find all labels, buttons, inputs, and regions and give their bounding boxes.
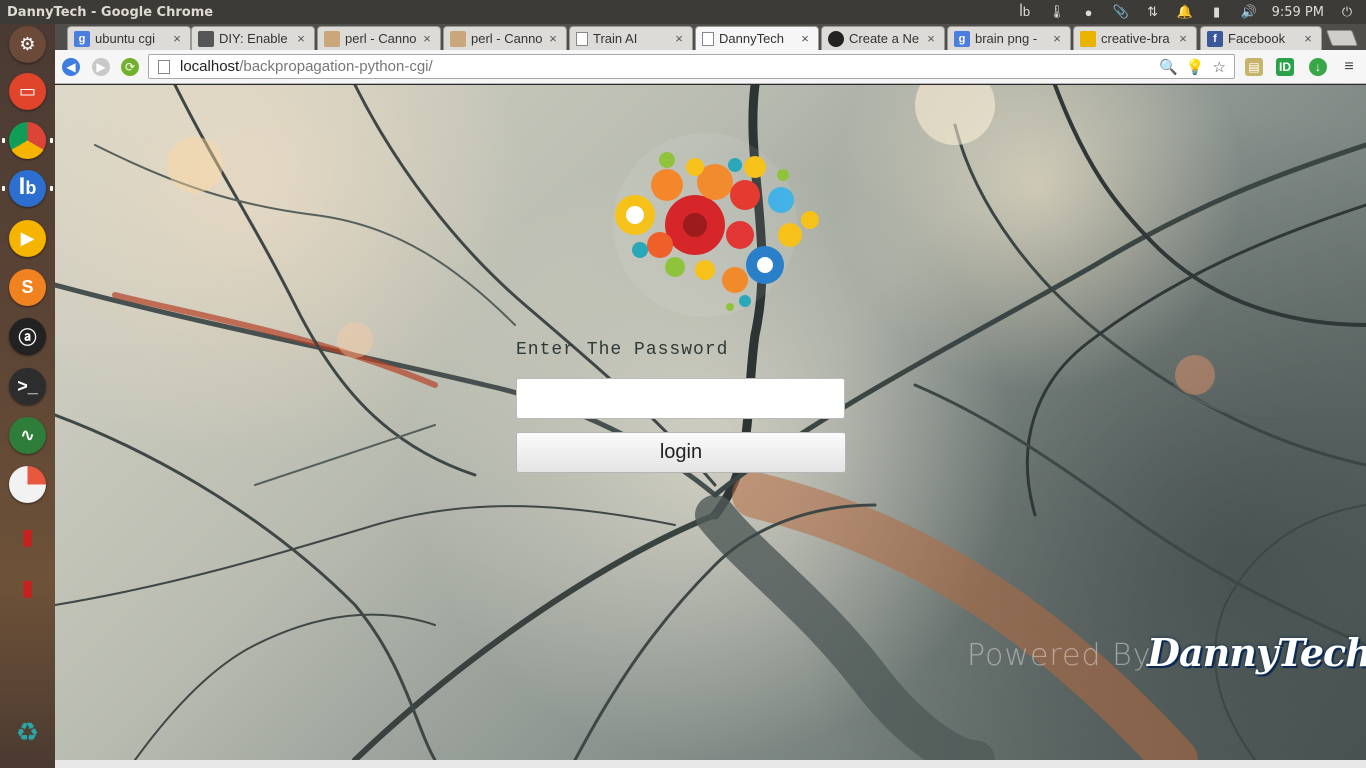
tab-title: creative-bra [1101, 31, 1170, 46]
qbittorrent-icon[interactable]: ꟾb [9, 170, 46, 207]
battery-icon[interactable]: ▮ [1208, 4, 1226, 20]
tab-close-icon[interactable]: × [798, 31, 812, 46]
password-input[interactable] [516, 378, 845, 419]
tab-6[interactable]: Create a Ne × [821, 26, 945, 50]
tab-close-icon[interactable]: × [294, 31, 308, 46]
facebook-icon: f [1207, 30, 1223, 47]
trash-icon[interactable]: ♻ [9, 714, 46, 751]
bookmark-star-icon[interactable]: ☆ [1213, 58, 1226, 76]
tab-close-icon[interactable]: × [924, 31, 938, 46]
clock[interactable]: 9:59 PM [1272, 5, 1324, 20]
tab-5[interactable]: DannyTech × [695, 26, 819, 50]
running-indicator [50, 138, 53, 143]
page-icon [158, 59, 170, 74]
reload-button[interactable]: ⟳ [121, 58, 139, 76]
login-form: Enter The Password login [516, 340, 846, 473]
tab-close-icon[interactable]: × [170, 31, 184, 46]
tab-title: brain png - [975, 31, 1038, 46]
stackoverflow-icon [324, 30, 340, 47]
tab-9[interactable]: f Facebook × [1200, 26, 1322, 50]
diy-icon [198, 30, 214, 47]
tab-close-icon[interactable]: × [546, 31, 560, 46]
forward-button[interactable]: ▶ [92, 58, 110, 76]
ubuntu-dash-icon[interactable]: ⚙ [9, 26, 46, 63]
files-icon[interactable]: ▭ [9, 73, 46, 110]
browser-toolbar: ◀ ▶ ⟳ localhost/backpropagation-python-c… [55, 50, 1366, 84]
indicator-area: ꟾb 🌡 ● 📎 ⇅ 🔔 ▮ 🔊 9:59 PM ⏻ [1016, 4, 1366, 20]
tab-4[interactable]: Train AI × [569, 26, 693, 50]
tab-8[interactable]: creative-bra × [1073, 26, 1197, 50]
github-icon [828, 30, 844, 47]
lightbulb-icon[interactable]: 💡 [1186, 58, 1205, 76]
url-path: /backpropagation-python-cgi/ [239, 58, 433, 75]
tab-3[interactable]: perl - Canno × [443, 26, 567, 50]
tab-title: Create a Ne [849, 31, 920, 46]
google-icon: g [954, 30, 970, 47]
extension-id-icon[interactable]: ID [1276, 58, 1294, 76]
top-panel: DannyTech - Google Chrome ꟾb 🌡 ● 📎 ⇅ 🔔 ▮… [0, 0, 1366, 24]
launcher: ⚙ ▭ ꟾb ▶ Sⓐ >_ ∿ ▮ ▮ ♻ [0, 24, 55, 768]
qbittorrent-indicator-icon[interactable]: ꟾb [1016, 4, 1034, 20]
stackoverflow-icon [450, 30, 466, 47]
power-icon[interactable]: ⏻ [1338, 4, 1356, 20]
tab-close-icon[interactable]: × [420, 31, 434, 46]
bottom-strip [55, 760, 1366, 768]
tab-title: ubuntu cgi [95, 31, 155, 46]
app-icon[interactable]: ⓐ [9, 318, 46, 355]
chrome-indicator-icon[interactable]: ● [1080, 4, 1098, 20]
menu-icon[interactable]: ≡ [1340, 58, 1358, 76]
dannytech-logo: DannyTech [1147, 630, 1366, 675]
flag-icon [1080, 30, 1096, 47]
media-player-icon[interactable]: ▶ [9, 220, 46, 257]
tab-title: perl - Canno [471, 31, 543, 46]
tab-0[interactable]: g ubuntu cgi × [67, 26, 191, 50]
tab-close-icon[interactable]: × [1176, 31, 1190, 46]
window-title: DannyTech - Google Chrome [7, 4, 214, 20]
paperclip-icon[interactable]: 📎 [1112, 4, 1130, 20]
volume-icon[interactable]: 🔊 [1240, 4, 1258, 20]
thermometer-icon[interactable]: 🌡 [1048, 4, 1066, 20]
tab-title: perl - Canno [345, 31, 417, 46]
page-icon [702, 31, 714, 46]
page-icon [576, 31, 588, 46]
extinguisher-icon[interactable]: ▮ [9, 518, 46, 555]
google-icon: g [74, 30, 90, 47]
extension-folder-icon[interactable]: ▤ [1245, 58, 1263, 76]
extension-green-icon[interactable]: ↓ [1309, 58, 1327, 76]
running-indicator [2, 186, 5, 191]
tab-1[interactable]: DIY: Enable × [191, 26, 315, 50]
tab-title: DIY: Enable [219, 31, 288, 46]
back-button[interactable]: ◀ [62, 58, 80, 76]
extinguisher-icon-2[interactable]: ▮ [9, 569, 46, 606]
powered-by-label: Powered By: [967, 638, 1161, 673]
system-monitor-icon[interactable]: ∿ [9, 417, 46, 454]
running-indicator [2, 138, 5, 143]
disk-usage-icon[interactable] [9, 466, 46, 503]
tab-2[interactable]: perl - Canno × [317, 26, 441, 50]
notification-bell-icon[interactable]: 🔔 [1176, 4, 1194, 20]
terminal-icon[interactable]: >_ [9, 368, 46, 405]
gear-brain-logo [613, 133, 819, 317]
password-prompt: Enter The Password [516, 340, 729, 360]
tab-strip: g ubuntu cgi × DIY: Enable × perl - Canno × per… [55, 24, 1366, 50]
tab-title: DannyTech [719, 31, 785, 46]
tab-7[interactable]: g brain png - × [947, 26, 1071, 50]
page-content: Enter The Password login Powered By: Dan… [55, 85, 1366, 760]
network-arrows-icon[interactable]: ⇅ [1144, 4, 1162, 20]
chrome-icon[interactable] [9, 122, 46, 159]
tab-title: Train AI [593, 31, 638, 46]
tab-close-icon[interactable]: × [1050, 31, 1064, 46]
zoom-icon[interactable]: 🔍 [1159, 58, 1178, 76]
tab-title: Facebook [1228, 31, 1286, 46]
running-indicator [50, 186, 53, 191]
sublime-text-icon[interactable]: S [9, 269, 46, 306]
new-tab-button[interactable] [1326, 30, 1358, 46]
address-bar[interactable]: localhost/backpropagation-python-cgi/ 🔍 … [148, 54, 1235, 79]
url-host: localhost [180, 58, 240, 75]
login-button[interactable]: login [516, 432, 846, 473]
tab-close-icon[interactable]: × [672, 31, 686, 46]
tab-close-icon[interactable]: × [1301, 31, 1315, 46]
